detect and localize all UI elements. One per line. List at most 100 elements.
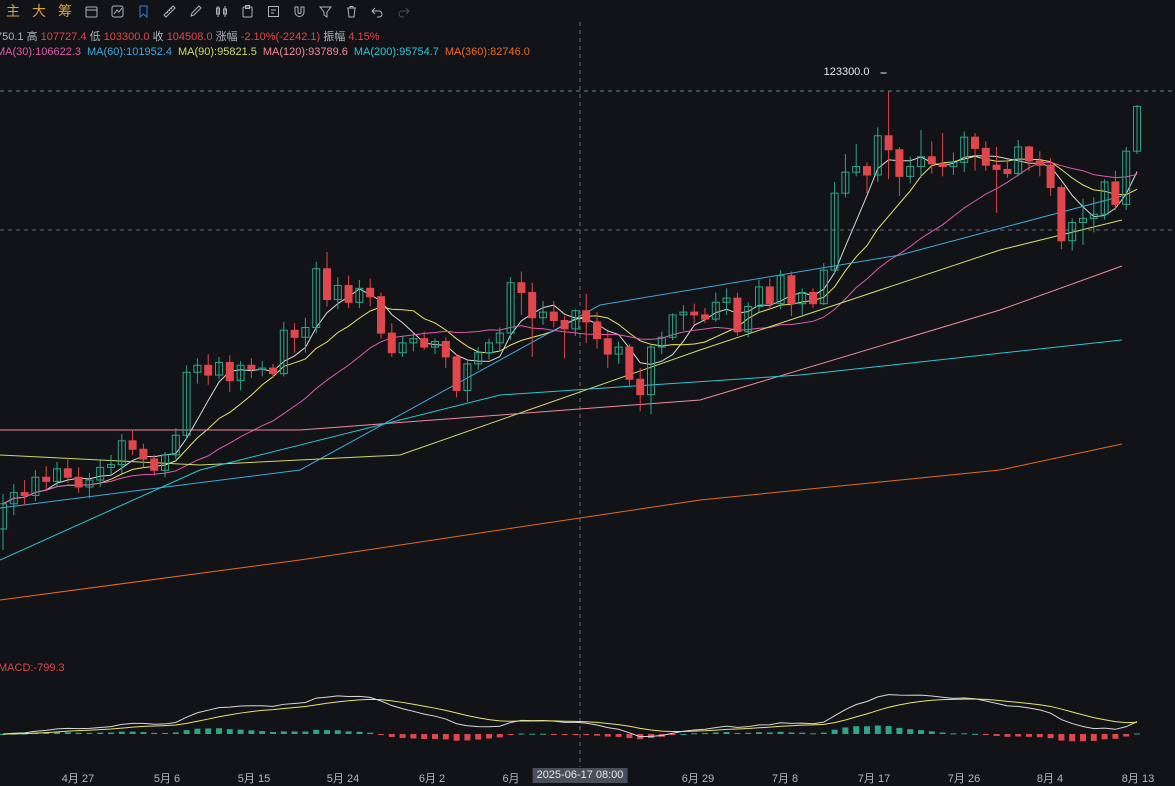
macd-bar (604, 734, 611, 737)
candle-body (225, 361, 234, 382)
ma-legend: MA(30):106622.3 MA(60):101952.4 MA(90):958… (0, 46, 536, 58)
candle-body (323, 268, 331, 301)
macd-bar (345, 731, 352, 734)
macd-bar (540, 733, 546, 735)
low-label: 低 (89, 31, 101, 43)
candle-body (204, 364, 213, 376)
candle-body (420, 338, 429, 348)
ma-legend-item: MA(360):82746.0 (444, 46, 530, 58)
amplitude-label: 振幅 (323, 31, 346, 43)
high-marker-label: 123300.0 (823, 66, 870, 78)
macd-bar (680, 733, 687, 735)
x-axis-tick-label: 6月 29 (681, 773, 715, 785)
magnet-icon[interactable] (286, 1, 312, 21)
ma-long-line-3 (0, 339, 1123, 561)
undo-icon[interactable] (364, 1, 390, 21)
macd-bar (216, 728, 222, 734)
macd-bar (691, 733, 698, 735)
macd-bar (172, 732, 179, 734)
ma-long-line-1 (0, 219, 1123, 466)
price-chart[interactable] (0, 0, 1175, 783)
macd-bar (496, 734, 503, 738)
candle-body (636, 378, 645, 396)
x-axis-tick-label: 7月 26 (947, 773, 981, 785)
macd-bar (1134, 733, 1140, 735)
open-value: 750.1 (0, 31, 24, 43)
trash-icon[interactable] (338, 1, 364, 21)
candle-body (625, 346, 634, 380)
x-axis-tick-label: 7月 17 (857, 773, 891, 785)
clipboard-icon[interactable] (234, 1, 260, 21)
macd-bar (1015, 734, 1022, 737)
macd-bar (313, 729, 320, 734)
macd-bar (108, 732, 114, 734)
macd-bar (1004, 734, 1011, 737)
change-value: -2.10%(-2242.1) (240, 31, 321, 43)
macd-bar (1069, 734, 1076, 742)
candle-body (517, 282, 526, 294)
crosshair-date-label: 2025-06-17 08:00 (532, 768, 628, 783)
macd-bar (788, 732, 795, 734)
macd-bar (475, 734, 482, 740)
indicator-settings-icon[interactable] (104, 1, 130, 21)
candle-body (992, 164, 1001, 170)
macd-bar (626, 734, 633, 739)
x-axis-tick-label: 5月 15 (237, 773, 271, 785)
macd-bar (831, 729, 838, 734)
candle-body (387, 332, 396, 354)
candle-body (128, 440, 137, 450)
filter-icon[interactable] (312, 1, 338, 21)
macd-bar (183, 730, 190, 734)
macd-label: MACD:-799.3 (0, 662, 65, 674)
candle-body (593, 321, 601, 340)
ma-legend-item: MA(90):95821.5 (178, 46, 257, 58)
macd-bar (885, 726, 892, 734)
macd-bar (918, 730, 924, 734)
macd-bar (961, 733, 968, 735)
change-label: 涨幅 (215, 31, 238, 43)
macd-bar (64, 732, 71, 734)
macd-bar (810, 733, 816, 735)
macd-bar (864, 726, 870, 734)
candle-body (971, 136, 979, 149)
toolbar-text-1[interactable]: 大 (26, 1, 52, 21)
candle-body (1057, 187, 1066, 242)
macd-bar (194, 728, 201, 734)
macd-bar (399, 734, 406, 738)
macd-bar (561, 734, 568, 735)
toolbar-text-2[interactable]: 筹 (52, 1, 78, 21)
redo-icon[interactable] (390, 1, 416, 21)
ma-legend-item: MA(120):93789.6 (262, 46, 348, 58)
candle-body (981, 147, 990, 166)
macd-bar (874, 725, 881, 734)
candle-body (377, 296, 385, 334)
bookmark-icon[interactable] (130, 1, 156, 21)
macd-dif-line (2, 694, 1138, 738)
candle-body (787, 275, 796, 305)
macd-bar (324, 730, 330, 734)
candle-body (603, 338, 612, 355)
note-icon[interactable] (260, 1, 286, 21)
layers-icon[interactable] (78, 1, 104, 21)
macd-bar (1090, 734, 1097, 741)
toolbar-text-0[interactable]: 主 (0, 1, 26, 21)
x-axis-tick-label: 7月 8 (771, 773, 799, 785)
candle-body (938, 163, 947, 168)
candle-body (549, 311, 558, 321)
candle-body (765, 286, 774, 305)
ruler-icon[interactable] (156, 1, 182, 21)
macd-bar (550, 734, 557, 735)
macd-bar (907, 729, 914, 734)
candlestick-icon[interactable] (208, 1, 234, 21)
pencil-icon[interactable] (182, 1, 208, 21)
amplitude-value: 4.15% (348, 31, 380, 43)
candle-body (1111, 181, 1120, 205)
candle-body (366, 287, 375, 298)
candle-body (690, 311, 699, 316)
candle-body (1046, 164, 1055, 189)
macd-bar (421, 734, 428, 739)
candle-body (560, 319, 569, 330)
candle-body (290, 329, 299, 338)
macd-bar (1047, 734, 1054, 739)
macd-bar (75, 732, 82, 734)
